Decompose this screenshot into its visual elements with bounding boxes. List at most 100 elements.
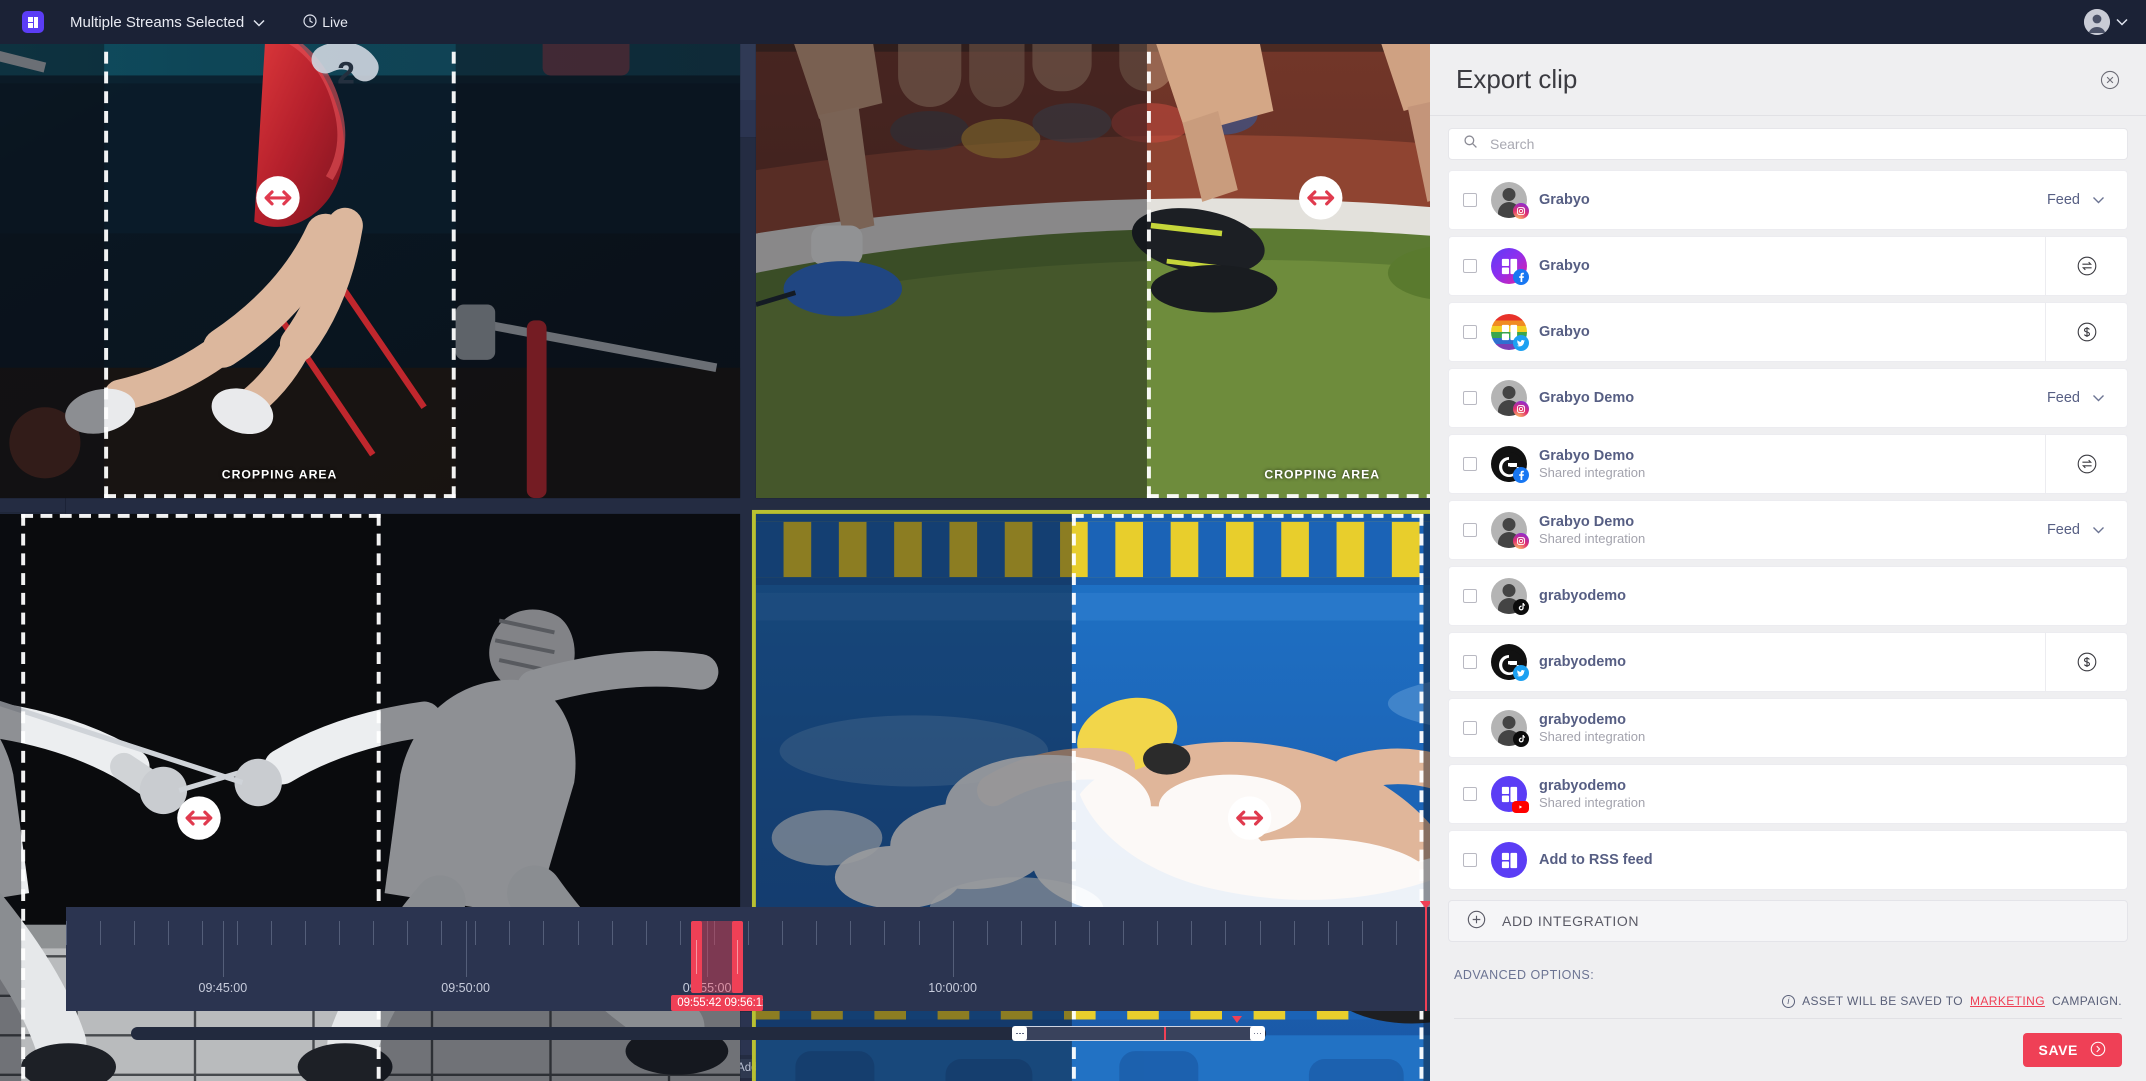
page-title: Export clip bbox=[1456, 64, 1578, 94]
video-tile-gymnastics[interactable]: 2 CROPPING AREA bbox=[0, 0, 741, 498]
integration-row[interactable]: Add to RSS feed bbox=[1448, 830, 2128, 890]
integration-checkbox[interactable] bbox=[1463, 589, 1477, 603]
crop-shade-left bbox=[0, 0, 105, 498]
chevron-down-icon[interactable] bbox=[2116, 13, 2128, 31]
asset-note-suffix: CAMPAIGN. bbox=[2051, 994, 2122, 1008]
feed-select[interactable]: Feed bbox=[2047, 192, 2127, 208]
integration-avatar bbox=[1491, 446, 1529, 483]
integration-subtitle: Shared integration bbox=[1539, 465, 1646, 480]
timeline-major-tick bbox=[952, 921, 954, 977]
timeline-tick bbox=[338, 921, 340, 945]
integration-row[interactable]: Grabyo Demo Feed bbox=[1448, 368, 2128, 428]
scroll-playhead-icon bbox=[1231, 1016, 1242, 1023]
timeline-playhead[interactable] bbox=[1419, 901, 1432, 1011]
timeline-scrollbar[interactable] bbox=[131, 1016, 1267, 1041]
timeline-out-handle[interactable] bbox=[732, 921, 744, 993]
timeline-tick bbox=[645, 921, 647, 945]
scroll-handle-left[interactable] bbox=[1012, 1026, 1028, 1041]
integration-row[interactable]: grabyodemo bbox=[1448, 632, 2128, 692]
timeline-tick bbox=[168, 921, 170, 945]
top-bar: Multiple Streams Selected Live bbox=[0, 0, 2146, 44]
integration-avatar bbox=[1491, 314, 1529, 351]
horizontal-drag-arrows-icon[interactable] bbox=[178, 793, 222, 838]
integration-name: Add to RSS feed bbox=[1539, 852, 1653, 868]
horizontal-drag-arrows-icon[interactable] bbox=[1226, 793, 1270, 838]
horizontal-drag-arrows-icon[interactable] bbox=[1300, 173, 1344, 218]
integration-checkbox[interactable] bbox=[1463, 721, 1477, 735]
timeline-tick bbox=[441, 921, 443, 945]
integration-avatar bbox=[1491, 710, 1529, 747]
integration-checkbox[interactable] bbox=[1463, 787, 1477, 801]
live-indicator[interactable]: Live bbox=[303, 13, 348, 31]
timeline-tick bbox=[1191, 921, 1193, 945]
clock-icon bbox=[303, 13, 317, 31]
integration-checkbox[interactable] bbox=[1463, 853, 1477, 867]
body: EXPORT Video ASPECT RATIO bbox=[0, 0, 2146, 1081]
monetize-icon[interactable] bbox=[2045, 303, 2127, 361]
feed-select[interactable]: Feed bbox=[2047, 390, 2127, 406]
close-icon[interactable] bbox=[2100, 70, 2120, 90]
transfer-icon[interactable] bbox=[2045, 237, 2127, 295]
integration-avatar bbox=[1491, 842, 1527, 878]
instagram-badge-icon bbox=[1513, 533, 1529, 549]
integration-name-block: grabyodemo bbox=[1539, 588, 1626, 604]
chevron-down-icon bbox=[253, 14, 265, 31]
export-clip-panel: Export clip GrabyoFeedGrabyoGrabyoGrabyo… bbox=[1430, 44, 2146, 1081]
transfer-icon[interactable] bbox=[2045, 435, 2127, 493]
timeline-tick bbox=[1293, 921, 1295, 945]
info-icon: i bbox=[1782, 994, 1796, 1008]
integration-list-scroll[interactable]: GrabyoFeedGrabyoGrabyoGrabyo DemoFeedGra… bbox=[1430, 116, 2146, 954]
stream-selector[interactable]: Multiple Streams Selected bbox=[66, 11, 269, 34]
search-input[interactable] bbox=[1490, 136, 2113, 152]
integration-name-block: grabyodemo Shared integration bbox=[1539, 778, 1645, 810]
scroll-handle-right[interactable] bbox=[1249, 1026, 1265, 1041]
timeline-tick bbox=[236, 921, 238, 945]
integration-row[interactable]: Grabyo Demo Shared integration Feed bbox=[1448, 500, 2128, 560]
scroll-window[interactable] bbox=[1022, 1026, 1255, 1041]
integration-row[interactable]: Grabyo bbox=[1448, 302, 2128, 362]
integration-checkbox[interactable] bbox=[1463, 325, 1477, 339]
integration-checkbox[interactable] bbox=[1463, 457, 1477, 471]
search-box[interactable] bbox=[1448, 128, 2128, 160]
add-integration-label: ADD INTEGRATION bbox=[1502, 913, 1640, 929]
avatar-image bbox=[1491, 842, 1527, 878]
integration-row[interactable]: grabyodemo Shared integration bbox=[1448, 698, 2128, 758]
cropping-area[interactable]: CROPPING AREA bbox=[104, 0, 456, 498]
integration-row[interactable]: Grabyo Feed bbox=[1448, 170, 2128, 230]
integration-row[interactable]: grabyodemo bbox=[1448, 566, 2128, 626]
save-row: SAVE bbox=[1454, 1019, 2122, 1067]
integration-checkbox[interactable] bbox=[1463, 655, 1477, 669]
timeline-in-handle[interactable] bbox=[691, 921, 703, 993]
timeline-tick bbox=[850, 921, 852, 945]
integration-checkbox[interactable] bbox=[1463, 391, 1477, 405]
integration-checkbox[interactable] bbox=[1463, 523, 1477, 537]
monetize-icon[interactable] bbox=[2045, 633, 2127, 691]
app-logo[interactable] bbox=[0, 0, 66, 44]
integration-name: Grabyo Demo bbox=[1539, 448, 1635, 464]
panel-header: Export clip bbox=[1430, 44, 2146, 116]
integration-row[interactable]: Grabyo bbox=[1448, 236, 2128, 296]
campaign-link[interactable]: MARKETING bbox=[1970, 994, 2045, 1008]
timeline[interactable]: 09:45:00 09:50:00 09:55:00 10:00:00 09:55:4… bbox=[66, 901, 1432, 1011]
save-button[interactable]: SAVE bbox=[2022, 1033, 2122, 1067]
crop-shade-left bbox=[0, 513, 21, 1081]
feed-select[interactable]: Feed bbox=[2047, 522, 2127, 538]
instagram-badge-icon bbox=[1513, 401, 1529, 417]
integration-row[interactable]: Grabyo Demo Shared integration bbox=[1448, 434, 2128, 494]
horizontal-drag-arrows-icon[interactable] bbox=[257, 173, 302, 218]
advanced-options-label[interactable]: ADVANCED OPTIONS: bbox=[1430, 954, 2146, 988]
avatar[interactable] bbox=[2084, 9, 2110, 35]
integration-checkbox[interactable] bbox=[1463, 259, 1477, 273]
crop-shade-right bbox=[454, 0, 741, 498]
add-integration-button[interactable]: ADD INTEGRATION bbox=[1448, 900, 2128, 942]
integration-row-right bbox=[2045, 303, 2127, 361]
timeline-tick bbox=[748, 921, 749, 945]
timeline-tick bbox=[66, 921, 67, 945]
integration-checkbox[interactable] bbox=[1463, 193, 1477, 207]
timeline-tick bbox=[1327, 921, 1329, 945]
timeline-tick bbox=[1225, 921, 1227, 945]
integration-row[interactable]: grabyodemo Shared integration bbox=[1448, 764, 2128, 824]
timeline-selection-label: 09:55:42 09:56:12 bbox=[671, 995, 764, 1011]
integration-avatar bbox=[1491, 776, 1529, 813]
integration-name-block: Grabyo Demo bbox=[1539, 390, 1634, 406]
